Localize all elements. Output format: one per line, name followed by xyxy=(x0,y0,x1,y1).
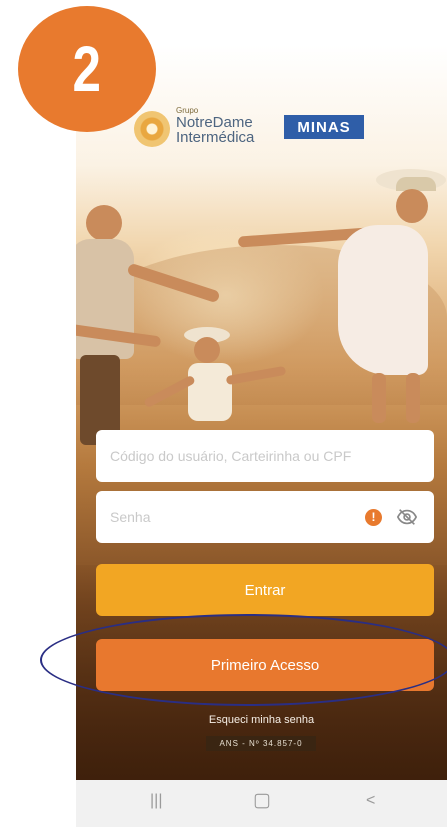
password-placeholder: Senha xyxy=(110,509,151,525)
brand-name: NotreDame Intermédica xyxy=(176,115,254,145)
android-navigation-bar: ||| ▢ < xyxy=(76,780,447,827)
step-number: 2 xyxy=(72,33,102,105)
forgot-password-link[interactable]: Esqueci minha senha xyxy=(76,714,447,726)
brand-name-line1: NotreDame xyxy=(176,114,253,131)
user-code-placeholder: Código do usuário, Carteirinha ou CPF xyxy=(110,448,352,464)
warning-icon: ! xyxy=(365,509,382,526)
step-number-badge: 2 xyxy=(18,6,156,132)
password-input[interactable]: Senha ! xyxy=(96,491,434,543)
recent-apps-icon[interactable]: ||| xyxy=(150,792,162,810)
brand-name-line2: Intermédica xyxy=(176,129,255,146)
home-icon[interactable]: ▢ xyxy=(253,789,271,812)
enter-button[interactable]: Entrar xyxy=(96,564,434,616)
user-code-input[interactable]: Código do usuário, Carteirinha ou CPF xyxy=(96,430,434,482)
ans-registration-label: ANS - Nº 34.857-0 xyxy=(206,736,316,751)
back-icon[interactable]: < xyxy=(366,792,375,810)
flower-logo-icon xyxy=(134,111,170,147)
phone-screen: Grupo NotreDame Intermédica MINAS Código… xyxy=(76,45,447,827)
eye-off-icon[interactable] xyxy=(396,506,418,528)
region-badge: MINAS xyxy=(284,115,364,139)
brand-logo: Grupo NotreDame Intermédica MINAS xyxy=(134,103,434,151)
highlight-annotation-oval xyxy=(40,614,447,706)
